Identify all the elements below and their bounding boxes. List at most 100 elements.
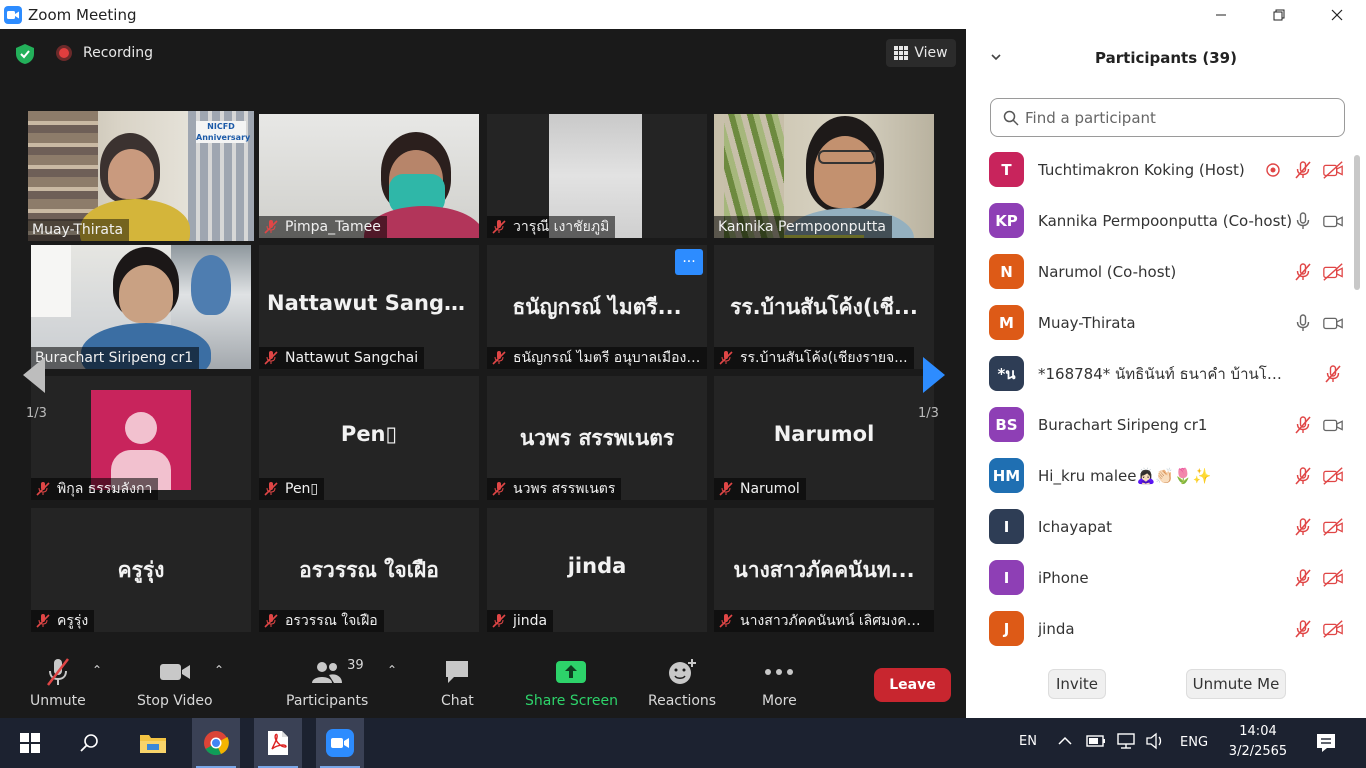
tile-display-name: รร.บ้านสันโค้ง(เชี... xyxy=(730,295,918,319)
mic-icon[interactable] xyxy=(1292,210,1314,232)
video-off-icon[interactable] xyxy=(1322,261,1344,283)
file-explorer-button[interactable] xyxy=(129,718,177,768)
mic-muted-icon[interactable] xyxy=(1292,261,1314,283)
mic-muted-icon[interactable] xyxy=(1292,516,1314,538)
participant-tile[interactable]: jinda jinda xyxy=(487,508,707,632)
mic-muted-icon[interactable] xyxy=(1322,363,1344,385)
leave-button[interactable]: Leave xyxy=(874,668,951,702)
participant-tile[interactable]: อรวรรณ ใจเฝือ อรวรรณ ใจเฝือ xyxy=(259,508,479,632)
zoom-taskbar-button[interactable] xyxy=(316,718,364,768)
video-tile[interactable]: NICFD Anniversary Muay-Thirata xyxy=(28,111,254,241)
input-language[interactable]: EN xyxy=(1019,734,1037,749)
close-button[interactable] xyxy=(1308,0,1366,29)
participant-search[interactable] xyxy=(990,98,1345,137)
mic-icon[interactable] xyxy=(1292,312,1314,334)
participant-tile[interactable]: ครูรุ่ง ครูรุ่ง xyxy=(31,508,251,632)
next-page-arrow-icon[interactable] xyxy=(918,355,948,395)
tile-display-name: Nattawut Sangc... xyxy=(267,291,479,315)
more-button[interactable]: More xyxy=(762,657,797,709)
battery-icon[interactable] xyxy=(1086,734,1106,748)
participant-row[interactable]: *น *168784* นัทธินันท์ ธนาคำ บ้านโล๊ะป่าห… xyxy=(966,348,1354,399)
tile-namebar: อรวรรณ ใจเฝือ xyxy=(259,610,384,632)
tile-name: Burachart Siripeng cr1 xyxy=(35,350,194,366)
participant-tile[interactable]: Narumol Narumol xyxy=(714,376,934,500)
minimize-button[interactable] xyxy=(1192,0,1250,29)
search-icon xyxy=(1003,110,1019,126)
participant-name: jinda xyxy=(1038,619,1075,638)
tile-name: วารุณี เงาชัยภูมิ xyxy=(513,219,610,235)
view-button[interactable]: View xyxy=(886,39,956,67)
reactions-button[interactable]: Reactions xyxy=(648,657,716,709)
panel-title: Participants (39) xyxy=(1095,49,1237,67)
video-camera-icon[interactable] xyxy=(1322,210,1344,232)
participant-row[interactable]: IiPhone xyxy=(966,552,1354,603)
keyboard-language[interactable]: ENG xyxy=(1180,735,1208,750)
share-screen-button[interactable]: Share Screen xyxy=(525,657,618,709)
recording-indicator[interactable]: Recording xyxy=(56,45,153,61)
video-options-caret-icon[interactable]: ⌃ xyxy=(214,663,224,677)
chevron-up-icon[interactable] xyxy=(1058,736,1072,746)
stop-video-button[interactable]: Stop Video xyxy=(137,657,213,709)
search-input[interactable] xyxy=(1025,108,1325,127)
chrome-button[interactable] xyxy=(192,718,240,768)
unmute-button[interactable]: Unmute xyxy=(30,657,86,709)
network-icon[interactable] xyxy=(1116,732,1136,750)
tile-name: Pen▯ xyxy=(285,481,319,497)
participant-tile[interactable]: นางสาวภัคคนันท... นางสาวภัคคนันทน์ เลิศม… xyxy=(714,508,934,632)
mic-muted-icon[interactable] xyxy=(1292,465,1314,487)
chevron-down-icon[interactable] xyxy=(990,51,1002,63)
participant-row[interactable]: T Tuchtimakron Koking (Host) xyxy=(966,144,1354,195)
video-camera-icon[interactable] xyxy=(1322,312,1344,334)
participant-tile[interactable]: รร.บ้านสันโค้ง(เชี... รร.บ้านสันโค้ง(เชี… xyxy=(714,245,934,369)
mic-muted-icon[interactable] xyxy=(1292,159,1314,181)
tile-namebar: พิกุล ธรรมลังกา xyxy=(31,478,159,500)
video-off-icon[interactable] xyxy=(1322,465,1344,487)
video-tile[interactable]: Burachart Siripeng cr1 xyxy=(31,245,251,369)
participant-tile[interactable]: นวพร สรรพเนตร นวพร สรรพเนตร xyxy=(487,376,707,500)
video-tile[interactable]: Pimpa_Tamee xyxy=(259,114,479,238)
taskbar-search-button[interactable] xyxy=(66,718,114,768)
invite-button[interactable]: Invite xyxy=(1048,669,1106,699)
participant-row[interactable]: Jjinda xyxy=(966,603,1354,654)
maximize-button[interactable] xyxy=(1250,0,1308,29)
avatar: KP xyxy=(989,203,1024,238)
pdf-reader-button[interactable] xyxy=(254,718,302,768)
participant-row[interactable]: HM Hi_kru malee🙇🏻‍♀️👏🏻🌷✨ xyxy=(966,450,1354,501)
system-clock[interactable]: 14:04 3/2/2565 xyxy=(1226,722,1290,762)
video-tile[interactable]: วารุณี เงาชัยภูมิ xyxy=(487,114,707,238)
participant-tile[interactable]: ··· ธนัญกรณ์ ไมตรี... ธนัญกรณ์ ไมตรี อนุ… xyxy=(487,245,707,369)
tile-name: นางสาวภัคคนันทน์ เลิศมงคล... xyxy=(740,613,928,629)
notification-icon[interactable] xyxy=(1315,732,1337,754)
video-off-icon[interactable] xyxy=(1322,567,1344,589)
participant-row[interactable]: KP Kannika Permpoonputta (Co-host) xyxy=(966,195,1354,246)
video-off-icon[interactable] xyxy=(1322,618,1344,640)
participant-row[interactable]: BS Burachart Siripeng cr1 xyxy=(966,399,1354,450)
video-off-icon[interactable] xyxy=(1322,159,1344,181)
participants-button[interactable]: 39 Participants xyxy=(286,657,368,710)
security-shield-icon[interactable] xyxy=(14,43,36,65)
tile-more-button[interactable]: ··· xyxy=(675,249,703,275)
participant-row[interactable]: I Ichayapat xyxy=(966,501,1354,552)
chat-button[interactable]: Chat xyxy=(441,657,474,709)
participant-name: Ichayapat xyxy=(1038,517,1113,536)
video-camera-icon[interactable] xyxy=(1322,414,1344,436)
previous-page-arrow-icon[interactable] xyxy=(20,355,50,395)
participant-tile[interactable]: พิกุล ธรรมลังกา xyxy=(31,376,251,500)
mic-muted-icon[interactable] xyxy=(1292,618,1314,640)
video-tile[interactable]: Kannika Permpoonputta xyxy=(714,114,934,238)
participant-tile[interactable]: Pen▯ Pen▯ xyxy=(259,376,479,500)
participant-row[interactable]: M Muay-Thirata xyxy=(966,297,1354,348)
mic-muted-icon[interactable] xyxy=(1292,567,1314,589)
windows-start-button[interactable] xyxy=(6,718,54,768)
tile-name: ธนัญกรณ์ ไมตรี อนุบาลเมืองเ... xyxy=(513,350,701,366)
participant-row[interactable]: N Narumol (Co-host) xyxy=(966,246,1354,297)
panel-scrollbar[interactable] xyxy=(1354,155,1360,290)
participants-options-caret-icon[interactable]: ⌃ xyxy=(387,663,397,677)
mic-muted-icon[interactable] xyxy=(1292,414,1314,436)
audio-options-caret-icon[interactable]: ⌃ xyxy=(92,663,102,677)
participant-tile[interactable]: Nattawut Sangc... Nattawut Sangchai xyxy=(259,245,479,369)
windows-taskbar: EN ENG 14:04 3/2/2565 xyxy=(0,718,1366,768)
video-off-icon[interactable] xyxy=(1322,516,1344,538)
unmute-me-button[interactable]: Unmute Me xyxy=(1186,669,1286,699)
volume-icon[interactable] xyxy=(1145,732,1165,750)
